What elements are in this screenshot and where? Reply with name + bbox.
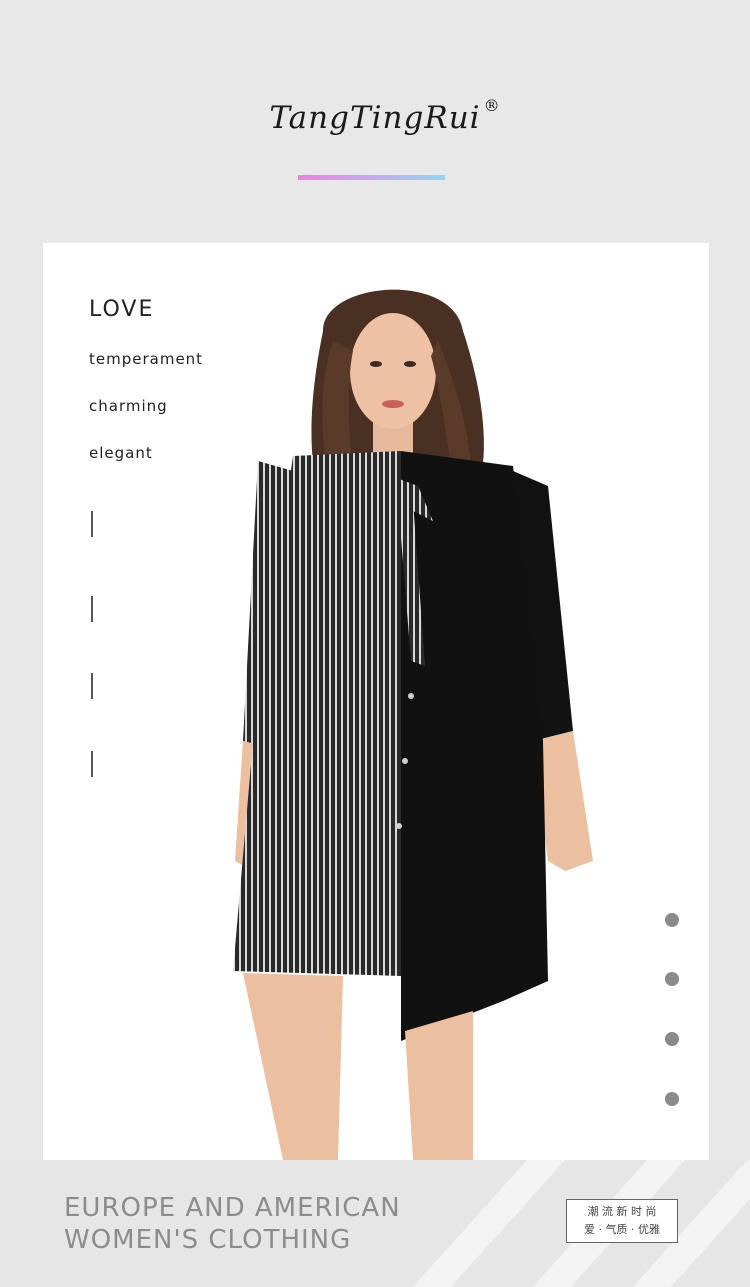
decor-tick: [91, 673, 93, 699]
decor-tick: [91, 751, 93, 777]
registered-mark: ®: [483, 96, 501, 115]
pagination-dot[interactable]: [665, 1032, 679, 1046]
brand-gradient-rule: [298, 175, 445, 180]
slogan-line-2: WOMEN'S CLOTHING: [64, 1225, 352, 1255]
stamp-line-1: 潮 流 新 时 尚: [587, 1205, 657, 1218]
brand-header: TangTingRui ®: [0, 96, 750, 136]
slogan-line-1: EUROPE AND AMERICAN: [64, 1193, 401, 1223]
pagination-dot[interactable]: [665, 1092, 679, 1106]
stamp-line-2: 爱 · 气质 · 优雅: [584, 1223, 660, 1236]
decor-stripe: [412, 1160, 566, 1287]
decor-tick: [91, 511, 93, 537]
product-card: LOVE temperament charming elegant: [43, 243, 709, 1160]
pagination-dot[interactable]: [665, 972, 679, 986]
brand-name: TangTingRui: [269, 100, 481, 136]
model-photo: [233, 289, 593, 1160]
keyword-elegant: elegant: [89, 444, 153, 462]
footer-slogan: EUROPE AND AMERICAN WOMEN'S CLOTHING: [64, 1192, 401, 1256]
decor-tick: [91, 596, 93, 622]
keyword-charming: charming: [89, 397, 168, 415]
pagination-dot[interactable]: [665, 913, 679, 927]
brand-logo: TangTingRui ®: [269, 96, 499, 136]
headline: LOVE: [89, 297, 155, 322]
tagline-stamp: 潮 流 新 时 尚 爱 · 气质 · 优雅: [566, 1199, 678, 1243]
